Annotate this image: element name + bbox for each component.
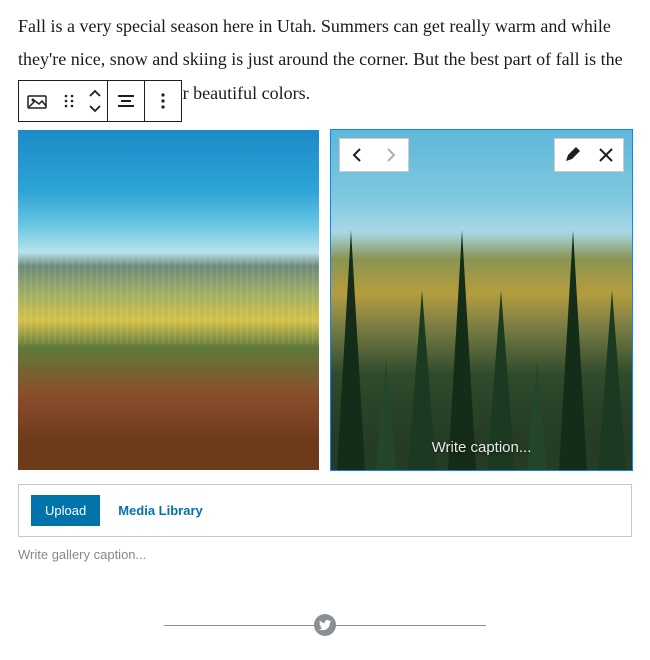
gallery-image[interactable] bbox=[18, 130, 319, 470]
remove-image-button[interactable] bbox=[589, 139, 623, 171]
more-options-button[interactable] bbox=[145, 81, 181, 121]
block-toolbar bbox=[18, 80, 182, 122]
gallery-appender: Upload Media Library bbox=[18, 484, 632, 537]
move-down-button[interactable] bbox=[83, 101, 107, 117]
block-mover bbox=[83, 81, 107, 121]
image-tools-overlay bbox=[554, 138, 624, 172]
move-image-left-button[interactable] bbox=[340, 139, 374, 171]
gallery-item[interactable] bbox=[18, 130, 319, 470]
more-vertical-icon bbox=[161, 93, 165, 109]
block-type-button[interactable] bbox=[19, 81, 55, 121]
chevron-right-icon bbox=[386, 148, 396, 162]
align-center-icon bbox=[117, 94, 135, 108]
twitter-icon bbox=[319, 620, 331, 630]
share-widget bbox=[164, 614, 486, 636]
upload-button[interactable]: Upload bbox=[31, 495, 100, 526]
gallery-icon bbox=[27, 93, 47, 109]
image-caption-input[interactable]: Write caption... bbox=[331, 439, 632, 456]
twitter-share-button[interactable] bbox=[314, 614, 336, 636]
drag-handle[interactable] bbox=[55, 81, 83, 121]
media-library-button[interactable]: Media Library bbox=[118, 503, 203, 518]
chevron-up-icon bbox=[89, 89, 101, 97]
move-up-button[interactable] bbox=[83, 85, 107, 101]
move-image-right-button bbox=[374, 139, 408, 171]
image-nav-overlay bbox=[339, 138, 409, 172]
close-icon bbox=[599, 148, 613, 162]
gallery-block[interactable]: Write caption... bbox=[18, 130, 632, 470]
divider bbox=[336, 625, 486, 626]
edit-image-button[interactable] bbox=[555, 139, 589, 171]
gallery-caption-input[interactable]: Write gallery caption... bbox=[18, 543, 632, 562]
gallery-image[interactable] bbox=[331, 130, 632, 470]
divider bbox=[164, 625, 314, 626]
align-button[interactable] bbox=[108, 81, 144, 121]
pencil-icon bbox=[564, 147, 580, 163]
chevron-left-icon bbox=[352, 148, 362, 162]
chevron-down-icon bbox=[89, 105, 101, 113]
gallery-item-selected[interactable]: Write caption... bbox=[331, 130, 632, 470]
drag-handle-icon bbox=[63, 93, 75, 109]
